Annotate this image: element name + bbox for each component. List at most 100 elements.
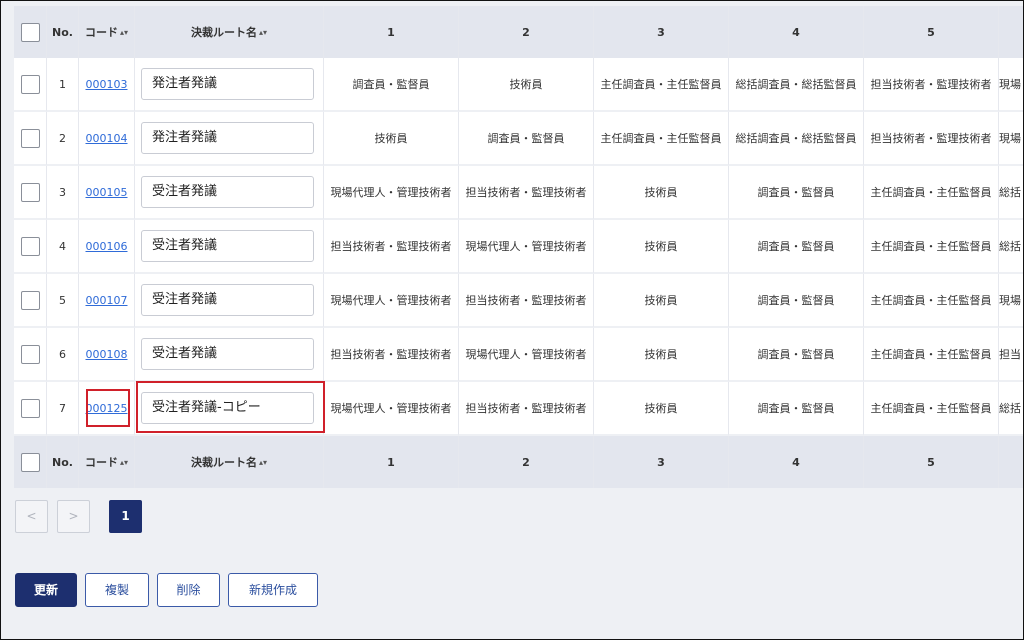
select-all-checkbox[interactable]	[20, 452, 40, 472]
code-link[interactable]: 000107	[86, 294, 128, 307]
step-5-cell: 主任調査員・主任監督員	[864, 166, 999, 220]
delete-button[interactable]: 削除	[157, 573, 220, 607]
highlight-box-name	[136, 381, 325, 433]
table-row[interactable]: 6 000108 受注者発議 担当技術者・監理技術者 現場代理人・管理技術者 技術員 調査員…	[14, 328, 1023, 382]
footer-step-5: 5	[864, 436, 999, 488]
step-1-cell: 現場代理人・管理技術者	[324, 166, 459, 220]
row-checkbox[interactable]	[20, 74, 40, 94]
step-6-cell: 総括	[999, 382, 1023, 436]
row-code-cell: 000104	[79, 112, 135, 166]
route-name-input[interactable]: 発注者発議	[141, 122, 314, 154]
step-6-cell: 現場	[999, 112, 1023, 166]
step-2-cell: 現場代理人・管理技術者	[459, 220, 594, 274]
sort-icon[interactable]: ▴▾	[259, 458, 267, 467]
step-1-cell: 現場代理人・管理技術者	[324, 274, 459, 328]
row-no: 2	[47, 112, 79, 166]
next-page-button[interactable]: >	[57, 500, 90, 533]
footer-no: No.	[47, 436, 79, 488]
row-checkbox[interactable]	[20, 236, 40, 256]
footer-name[interactable]: 決裁ルート名 ▴▾	[135, 436, 324, 488]
page-1-button[interactable]: 1	[109, 500, 142, 533]
select-all-cell	[14, 6, 47, 58]
code-link[interactable]: 000105	[86, 186, 128, 199]
code-link[interactable]: 000106	[86, 240, 128, 253]
step-6-cell: 現場	[999, 58, 1023, 112]
step-3-cell: 主任調査員・主任監督員	[594, 112, 729, 166]
sort-icon[interactable]: ▴▾	[120, 458, 128, 467]
step-2-cell: 担当技術者・監理技術者	[459, 274, 594, 328]
create-button[interactable]: 新規作成	[228, 573, 318, 607]
route-name-input[interactable]: 受注者発議	[141, 176, 314, 208]
row-checkbox[interactable]	[20, 398, 40, 418]
row-checkbox[interactable]	[20, 128, 40, 148]
header-step-4: 4	[729, 6, 864, 58]
header-step-5: 5	[864, 6, 999, 58]
footer-step-2: 2	[459, 436, 594, 488]
step-6-cell: 現場	[999, 274, 1023, 328]
route-name-input[interactable]: 発注者発議	[141, 68, 314, 100]
step-4-cell: 調査員・監督員	[729, 382, 864, 436]
code-link[interactable]: 000103	[86, 78, 128, 91]
route-name-input[interactable]: 受注者発議	[141, 284, 314, 316]
table-row[interactable]: 1 000103 発注者発議 調査員・監督員 技術員 主任調査員・主任監督員 総括調査員・総…	[14, 58, 1023, 112]
step-1-cell: 担当技術者・監理技術者	[324, 220, 459, 274]
sort-icon[interactable]: ▴▾	[120, 28, 128, 37]
sort-icon[interactable]: ▴▾	[259, 28, 267, 37]
row-no: 7	[47, 382, 79, 436]
header-step-1: 1	[324, 6, 459, 58]
step-1-cell: 技術員	[324, 112, 459, 166]
header-step-6	[999, 6, 1023, 58]
step-3-cell: 技術員	[594, 274, 729, 328]
row-select-cell	[14, 328, 47, 382]
row-checkbox[interactable]	[20, 182, 40, 202]
route-name-input[interactable]: 受注者発議	[141, 230, 314, 262]
row-name-cell: 発注者発議	[135, 112, 324, 166]
update-button[interactable]: 更新	[15, 573, 77, 607]
row-code-cell: 000106	[79, 220, 135, 274]
code-link[interactable]: 000108	[86, 348, 128, 361]
header-name-label: 決裁ルート名	[190, 26, 257, 39]
code-link[interactable]: 000104	[86, 132, 128, 145]
duplicate-button[interactable]: 複製	[85, 573, 149, 607]
header-code[interactable]: コード ▴▾	[79, 6, 135, 58]
step-2-cell: 担当技術者・監理技術者	[459, 166, 594, 220]
table-row[interactable]: 2 000104 発注者発議 技術員 調査員・監督員 主任調査員・主任監督員 総括調査員・総…	[14, 112, 1023, 166]
step-2-cell: 担当技術者・監理技術者	[459, 382, 594, 436]
step-5-cell: 主任調査員・主任監督員	[864, 274, 999, 328]
row-code-cell: 000107	[79, 274, 135, 328]
step-3-cell: 技術員	[594, 220, 729, 274]
table-row[interactable]: 3 000105 受注者発議 現場代理人・管理技術者 担当技術者・監理技術者 技術員 調査員…	[14, 166, 1023, 220]
row-select-cell	[14, 382, 47, 436]
table-row[interactable]: 5 000107 受注者発議 現場代理人・管理技術者 担当技術者・監理技術者 技術員 調査員…	[14, 274, 1023, 328]
select-all-checkbox[interactable]	[20, 22, 40, 42]
row-name-cell: 発注者発議	[135, 58, 324, 112]
header-name[interactable]: 決裁ルート名 ▴▾	[135, 6, 324, 58]
step-5-cell: 主任調査員・主任監督員	[864, 382, 999, 436]
select-all-cell	[14, 436, 47, 488]
header-no: No.	[47, 6, 79, 58]
step-3-cell: 技術員	[594, 166, 729, 220]
row-select-cell	[14, 166, 47, 220]
table-header-row: No. コード ▴▾ 決裁ルート名 ▴▾ 1 2 3 4 5	[14, 6, 1023, 58]
header-step-3: 3	[594, 6, 729, 58]
row-select-cell	[14, 112, 47, 166]
step-6-cell: 総括	[999, 220, 1023, 274]
row-code-cell: 000105	[79, 166, 135, 220]
prev-page-button[interactable]: <	[15, 500, 48, 533]
row-checkbox[interactable]	[20, 290, 40, 310]
row-no: 6	[47, 328, 79, 382]
step-4-cell: 総括調査員・総括監督員	[729, 112, 864, 166]
row-name-cell: 受注者発議	[135, 274, 324, 328]
step-4-cell: 総括調査員・総括監督員	[729, 58, 864, 112]
row-code-cell: 000108	[79, 328, 135, 382]
footer-step-1: 1	[324, 436, 459, 488]
row-select-cell	[14, 274, 47, 328]
step-4-cell: 調査員・監督員	[729, 274, 864, 328]
step-3-cell: 技術員	[594, 382, 729, 436]
footer-step-6	[999, 436, 1023, 488]
route-name-input[interactable]: 受注者発議	[141, 338, 314, 370]
footer-code[interactable]: コード ▴▾	[79, 436, 135, 488]
table-row[interactable]: 4 000106 受注者発議 担当技術者・監理技術者 現場代理人・管理技術者 技術員 調査員…	[14, 220, 1023, 274]
row-checkbox[interactable]	[20, 344, 40, 364]
step-6-cell: 担当	[999, 328, 1023, 382]
